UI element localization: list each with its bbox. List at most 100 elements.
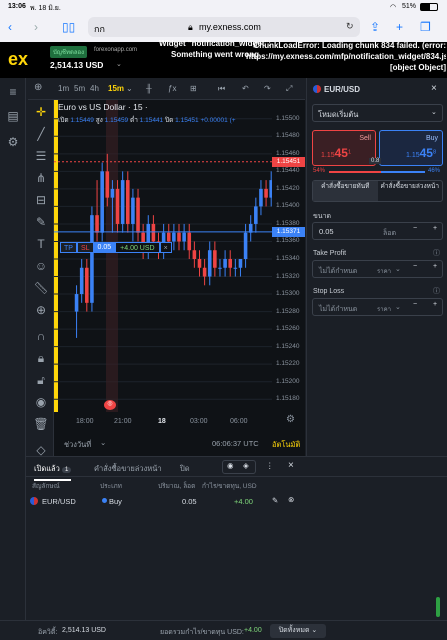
view-toggle[interactable]: ◉ ◈ [222,460,256,474]
tab-closed[interactable]: ปิด [180,463,190,475]
indicators-icon[interactable]: ƒx [168,84,176,93]
chart-plot[interactable]: Euro vs US Dollar · 15 · เปิด 1.15449 สู… [54,100,298,412]
table-row[interactable]: EUR/USD Buy 0.05 +4.00 ✎ ⊗ [26,493,308,509]
price-tick: 1.15260 [276,325,300,333]
add-indicator-icon[interactable]: ⊕ [34,82,42,93]
chart-panel: ⊕ 1m 5m 4h 15m ⌄ ╫ ƒx ⊞ ⏮ ↶ ↷ ⤢ ✛ ╱ ☰ ⋔ … [28,78,305,457]
fullscreen-icon[interactable]: ⤢ [286,84,292,94]
trendline-icon[interactable]: ╱ [33,126,49,142]
text-size-button[interactable]: กก [94,22,105,36]
tp-unit[interactable]: ราคา [377,266,391,276]
emoji-icon[interactable]: ☺ [33,258,49,274]
redo-icon[interactable]: ↷ [264,84,271,93]
close-position-icon[interactable]: ⊗ [288,495,294,504]
info-icon[interactable]: ⓘ [433,248,440,258]
tab-pending-order[interactable]: คำสั่งซื้อขายล่วงหน้า [378,181,443,201]
sl-unit[interactable]: ราคา [377,304,391,314]
info-icon[interactable]: ⓘ [433,286,440,296]
close-icon[interactable]: × [288,460,294,471]
calendar-icon[interactable]: ▤ [5,108,21,124]
mode-select[interactable]: โหมดเริ่มต้น ⌄ [312,104,443,122]
eye-icon[interactable]: ◉ [33,394,49,410]
forward-icon[interactable]: › [34,21,38,33]
zoom-in-icon[interactable]: ⊕ [33,302,49,318]
chevron-down-icon[interactable]: ⌄ [395,303,401,311]
chevron-down-icon[interactable]: ⌄ [116,60,122,68]
tab-pending[interactable]: คำสั่งซื้อขายล่วงหน้า [94,463,162,475]
trash-icon[interactable]: 🗑︎ [33,416,49,432]
tp-button[interactable]: TP [60,242,77,253]
chevron-down-icon[interactable]: ⌄ [395,265,401,273]
crosshair-icon[interactable]: ✛ [33,104,49,120]
magnet-icon[interactable]: ∩ [33,328,49,344]
close-position-icon[interactable]: × [159,242,172,253]
candle-body [197,259,202,268]
account-balance[interactable]: 2,514.13 USD [50,60,103,70]
horizontal-lines-icon[interactable]: ☰ [33,148,49,164]
sidebar-icon[interactable]: ▯▯ [62,21,75,33]
undo-icon[interactable]: ↶ [242,84,249,93]
close-icon[interactable]: × [431,83,437,94]
close-all-button[interactable]: ปิดทั้งหมด ⌄ [270,624,326,638]
lock-drawings-icon[interactable]: 🔒︎ [33,350,49,366]
take-profit-field[interactable]: ไม่ได้กำหนด ราคา ⌄ − + [312,260,443,278]
more-icon[interactable]: ⋮ [266,461,274,470]
candle-body [125,180,130,224]
layers-icon[interactable]: ◈ [243,461,249,470]
text-icon[interactable]: T [33,236,49,252]
size-value[interactable]: 0.05 [319,227,334,236]
sl-decrease-button[interactable]: − [413,301,417,308]
eur-usd-flag-icon [30,497,38,505]
brush-icon[interactable]: ✎ [33,214,49,230]
tp-increase-button[interactable]: + [433,263,437,270]
buy-sentiment: 46% [428,168,441,174]
sl-increase-button[interactable]: + [433,301,437,308]
tp-input[interactable]: ไม่ได้กำหนด [319,266,357,277]
url-bar[interactable]: กก 🔒︎ my.exness.com ↻ [88,17,360,37]
candle-type-icon[interactable]: ╫ [146,84,152,93]
sl-button[interactable]: SL [76,242,94,253]
eye-icon[interactable]: ◉ [227,461,234,470]
sl-input[interactable]: ไม่ได้กำหนด [319,304,357,315]
candle-body [95,215,99,233]
ruler-icon[interactable]: 📏︎ [33,280,49,296]
chevron-down-icon[interactable]: ⌄ [100,438,106,447]
tabs-icon[interactable]: ❐ [420,21,431,33]
auto-scale-button[interactable]: อัตโนมัติ [272,439,300,451]
tp-decrease-button[interactable]: − [413,263,417,270]
high-label: สูง [95,117,103,124]
settings-icon[interactable]: ⚙ [5,134,21,150]
layout-icon[interactable]: ⊞ [190,84,197,93]
side-nav: ≡ ▤ ⚙ [0,78,26,640]
share-icon[interactable]: ⇪ [370,21,380,33]
timeframe-15m[interactable]: 15m [108,84,124,93]
timeframe-1m[interactable]: 1m [58,84,69,93]
back-icon[interactable]: ‹ [8,21,12,33]
pitchfork-icon[interactable]: ⋔ [33,170,49,186]
event-marker-icon[interactable]: ◎ [104,400,116,410]
position-line[interactable]: TP SL 0.05 +4.00 USD × [60,242,172,253]
edit-icon[interactable]: ✎ [272,496,278,505]
timeframe-5m[interactable]: 5m [74,84,85,93]
increase-size-button[interactable]: + [433,225,437,232]
chevron-down-icon[interactable]: ⌄ [126,84,133,93]
date-range-button[interactable]: ช่วงวันที่ [64,439,91,451]
sell-button[interactable]: Sell 1.15451 [312,130,376,166]
settings-icon[interactable]: ⚙ [286,414,295,425]
rewind-icon[interactable]: ⏮ [218,84,225,94]
candle-body [259,188,263,207]
status-time: 13:06 [8,3,26,10]
tab-market-order[interactable]: คำสั่งซื้อขายทันที [313,181,378,201]
new-tab-icon[interactable]: + [396,21,403,33]
stop-loss-field[interactable]: ไม่ได้กำหนด ราคา ⌄ − + [312,298,443,316]
lock-icon[interactable]: 🔓︎ [33,372,49,388]
size-field[interactable]: 0.05 ล็อต − + [312,222,443,240]
reload-icon[interactable]: ↻ [346,21,354,32]
price-tick: 1.15340 [276,255,300,262]
menu-icon[interactable]: ≡ [5,84,21,100]
decrease-size-button[interactable]: − [413,225,417,232]
buy-button[interactable]: Buy 1.15458 [379,130,443,166]
fib-icon[interactable]: ⊟ [33,192,49,208]
timeframe-4h[interactable]: 4h [90,84,99,93]
high-value: 1.15459 [104,117,129,124]
